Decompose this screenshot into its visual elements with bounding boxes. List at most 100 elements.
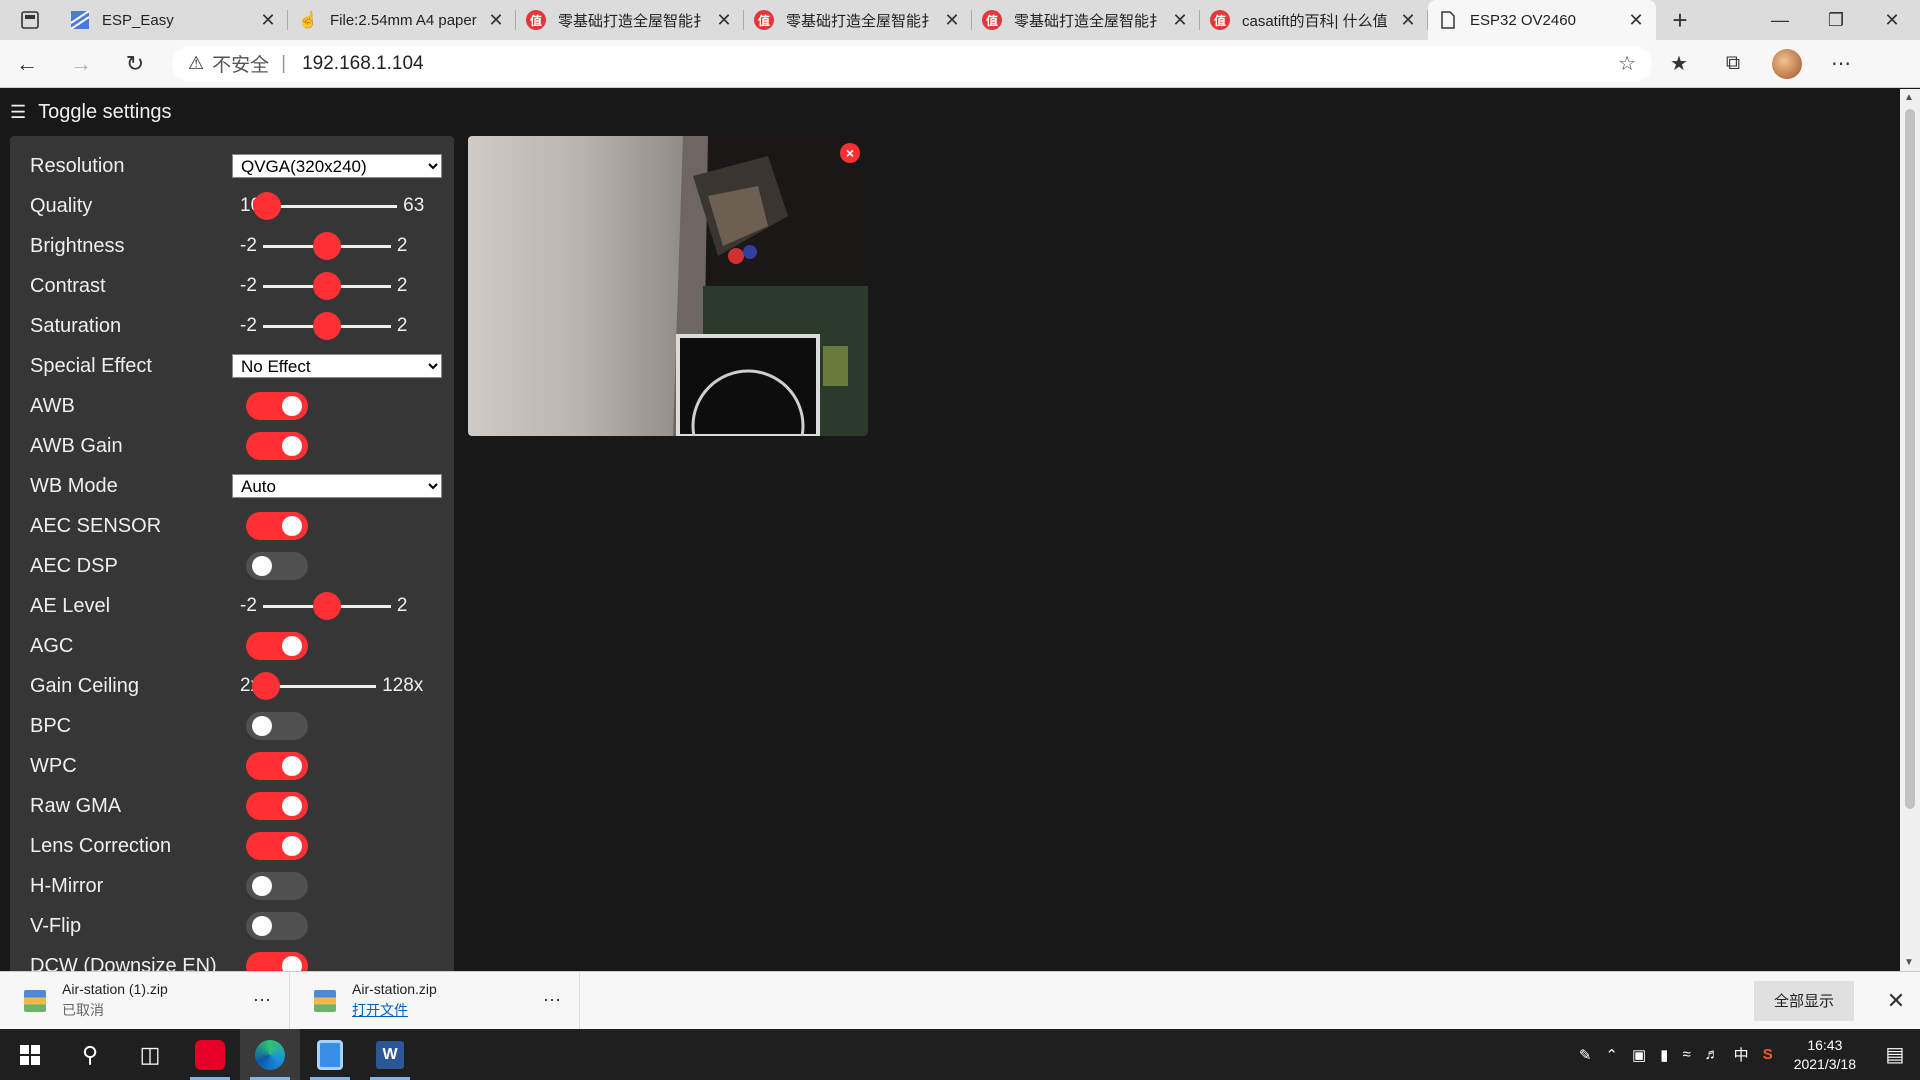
brightness-slider[interactable]: -2 2 bbox=[240, 231, 407, 260]
quality-slider[interactable]: 10 63 bbox=[240, 191, 424, 220]
back-button[interactable]: ← bbox=[0, 40, 54, 88]
awb-gain-toggle[interactable] bbox=[246, 432, 308, 460]
close-stream-button[interactable]: × bbox=[840, 143, 860, 163]
app-tray-icon[interactable]: ✎ bbox=[1579, 1046, 1592, 1064]
raw-gma-toggle[interactable] bbox=[246, 792, 308, 820]
page-scrollbar[interactable]: ▲ ▼ bbox=[1900, 89, 1920, 971]
url-text[interactable]: 192.168.1.104 bbox=[302, 53, 424, 75]
gain-ceiling-slider[interactable]: 2x 128x bbox=[240, 671, 423, 700]
aec-dsp-toggle[interactable] bbox=[246, 552, 308, 580]
scrollbar-thumb[interactable] bbox=[1905, 109, 1915, 809]
battery-icon[interactable]: ▮ bbox=[1660, 1046, 1668, 1064]
security-tray-icon[interactable]: ▣ bbox=[1632, 1046, 1646, 1064]
task-view-button[interactable]: ◫ bbox=[120, 1029, 180, 1080]
bpc-toggle[interactable] bbox=[246, 712, 308, 740]
volume-icon[interactable]: ♬ bbox=[1705, 1046, 1720, 1063]
slider-knob[interactable] bbox=[312, 271, 341, 300]
saturation-slider[interactable]: -2 2 bbox=[240, 311, 407, 340]
download-more-icon[interactable]: ⋯ bbox=[253, 990, 271, 1011]
download-more-icon[interactable]: ⋯ bbox=[543, 990, 561, 1011]
show-all-downloads-button[interactable]: 全部显示 bbox=[1754, 980, 1854, 1021]
close-download-shelf-button[interactable]: ✕ bbox=[1872, 988, 1920, 1014]
browser-tab[interactable]: 值零基础打造全屋智能扌 ✕ bbox=[516, 0, 744, 40]
scroll-down-icon[interactable]: ▼ bbox=[1904, 957, 1914, 968]
h-mirror-toggle[interactable] bbox=[246, 872, 308, 900]
security-label[interactable]: 不安全 bbox=[212, 50, 269, 77]
slider-knob[interactable] bbox=[253, 191, 282, 220]
taskbar-phone-app[interactable] bbox=[300, 1029, 360, 1080]
slider-knob[interactable] bbox=[312, 311, 341, 340]
special-effect-select[interactable]: No Effect bbox=[232, 354, 442, 378]
wb-mode-select[interactable]: Auto bbox=[232, 474, 442, 498]
tab-close-icon[interactable]: ✕ bbox=[1398, 10, 1418, 31]
new-tab-button[interactable]: + bbox=[1656, 0, 1704, 40]
taskbar-word[interactable]: W bbox=[360, 1029, 420, 1080]
slider-knob[interactable] bbox=[312, 591, 341, 620]
smzdm-icon: 值 bbox=[754, 10, 774, 30]
notification-center-button[interactable]: ▤ bbox=[1870, 1042, 1920, 1067]
scroll-up-icon[interactable]: ▲ bbox=[1904, 92, 1914, 103]
slider-min-label: -2 bbox=[240, 275, 257, 296]
download-item[interactable]: Air-station.zip 打开文件 ⋯ bbox=[290, 971, 580, 1030]
browser-tab[interactable]: 值 casatift的百科| 什么值 ✕ bbox=[1200, 0, 1428, 40]
add-favorite-icon[interactable]: ☆ bbox=[1618, 51, 1636, 76]
window-close-button[interactable]: ✕ bbox=[1864, 0, 1920, 40]
search-button[interactable]: ⚲ bbox=[60, 1029, 120, 1080]
clock[interactable]: 16:43 2021/3/18 bbox=[1794, 1036, 1856, 1074]
slider-knob[interactable] bbox=[252, 671, 281, 700]
taskbar-edge[interactable] bbox=[240, 1029, 300, 1080]
favorites-icon: ★ bbox=[1670, 53, 1688, 75]
slider-track[interactable] bbox=[262, 271, 391, 300]
slider-track[interactable] bbox=[253, 191, 398, 220]
resolution-select[interactable]: QVGA(320x240) bbox=[232, 154, 442, 178]
v-flip-toggle[interactable] bbox=[246, 912, 308, 940]
profile-button[interactable] bbox=[1760, 48, 1814, 79]
browser-tab[interactable]: ☝ File:2.54mm A4 paper ✕ bbox=[288, 0, 516, 40]
reload-button[interactable]: ↻ bbox=[108, 40, 162, 88]
download-item[interactable]: Air-station (1).zip 已取消 ⋯ bbox=[0, 971, 290, 1030]
warning-icon[interactable]: ⚠ bbox=[188, 53, 204, 74]
lens-correction-toggle[interactable] bbox=[246, 832, 308, 860]
forward-button[interactable]: → bbox=[54, 40, 108, 88]
agc-toggle[interactable] bbox=[246, 632, 308, 660]
address-bar[interactable]: ⚠ 不安全 | 192.168.1.104 ☆ bbox=[172, 45, 1652, 82]
awb-toggle[interactable] bbox=[246, 392, 308, 420]
tab-close-icon[interactable]: ✕ bbox=[942, 10, 962, 31]
windows-logo-icon bbox=[20, 1044, 40, 1065]
taskbar-netease-music[interactable] bbox=[180, 1029, 240, 1080]
tab-close-icon[interactable]: ✕ bbox=[1170, 10, 1190, 31]
settings-menu-button[interactable]: ⋯ bbox=[1814, 51, 1868, 76]
start-button[interactable] bbox=[0, 1029, 60, 1080]
setting-row-h-mirror: H-Mirror bbox=[20, 866, 444, 906]
slider-track[interactable] bbox=[262, 231, 391, 260]
restore-button[interactable]: ❐ bbox=[1808, 0, 1864, 40]
slider-track[interactable] bbox=[262, 591, 391, 620]
aec-sensor-toggle[interactable] bbox=[246, 512, 308, 540]
tab-actions-button[interactable] bbox=[0, 0, 60, 40]
tab-close-icon[interactable]: ✕ bbox=[714, 10, 734, 31]
slider-knob[interactable] bbox=[312, 231, 341, 260]
tab-close-icon[interactable]: ✕ bbox=[486, 10, 506, 31]
ae-level-slider[interactable]: -2 2 bbox=[240, 591, 407, 620]
browser-tab[interactable]: 值零基础打造全屋智能扌 ✕ bbox=[972, 0, 1200, 40]
setting-label: WB Mode bbox=[30, 474, 118, 497]
open-file-link[interactable]: 打开文件 bbox=[352, 1000, 437, 1020]
show-hidden-icons-icon[interactable]: ⌃ bbox=[1605, 1046, 1618, 1064]
toggle-settings-button[interactable]: ☰ Toggle settings bbox=[10, 101, 172, 124]
dcw-toggle[interactable] bbox=[246, 952, 308, 971]
tab-close-icon[interactable]: ✕ bbox=[1626, 10, 1646, 31]
browser-tab[interactable]: ESP_Easy ✕ bbox=[60, 0, 288, 40]
sogou-ime-icon[interactable]: S bbox=[1763, 1046, 1773, 1063]
contrast-slider[interactable]: -2 2 bbox=[240, 271, 407, 300]
tab-close-icon[interactable]: ✕ bbox=[258, 10, 278, 31]
collections-button[interactable]: ⧉ bbox=[1706, 52, 1760, 75]
slider-track[interactable] bbox=[252, 671, 377, 700]
wpc-toggle[interactable] bbox=[246, 752, 308, 780]
browser-tab[interactable]: ESP32 OV2460 ✕ bbox=[1428, 0, 1656, 40]
wifi-icon[interactable]: ≈ bbox=[1682, 1046, 1690, 1063]
slider-track[interactable] bbox=[262, 311, 391, 340]
browser-tab[interactable]: 值零基础打造全屋智能扌 ✕ bbox=[744, 0, 972, 40]
ime-indicator[interactable]: 中 bbox=[1734, 1044, 1749, 1065]
favorites-button[interactable]: ★ bbox=[1652, 51, 1706, 76]
minimize-button[interactable]: — bbox=[1752, 0, 1808, 40]
